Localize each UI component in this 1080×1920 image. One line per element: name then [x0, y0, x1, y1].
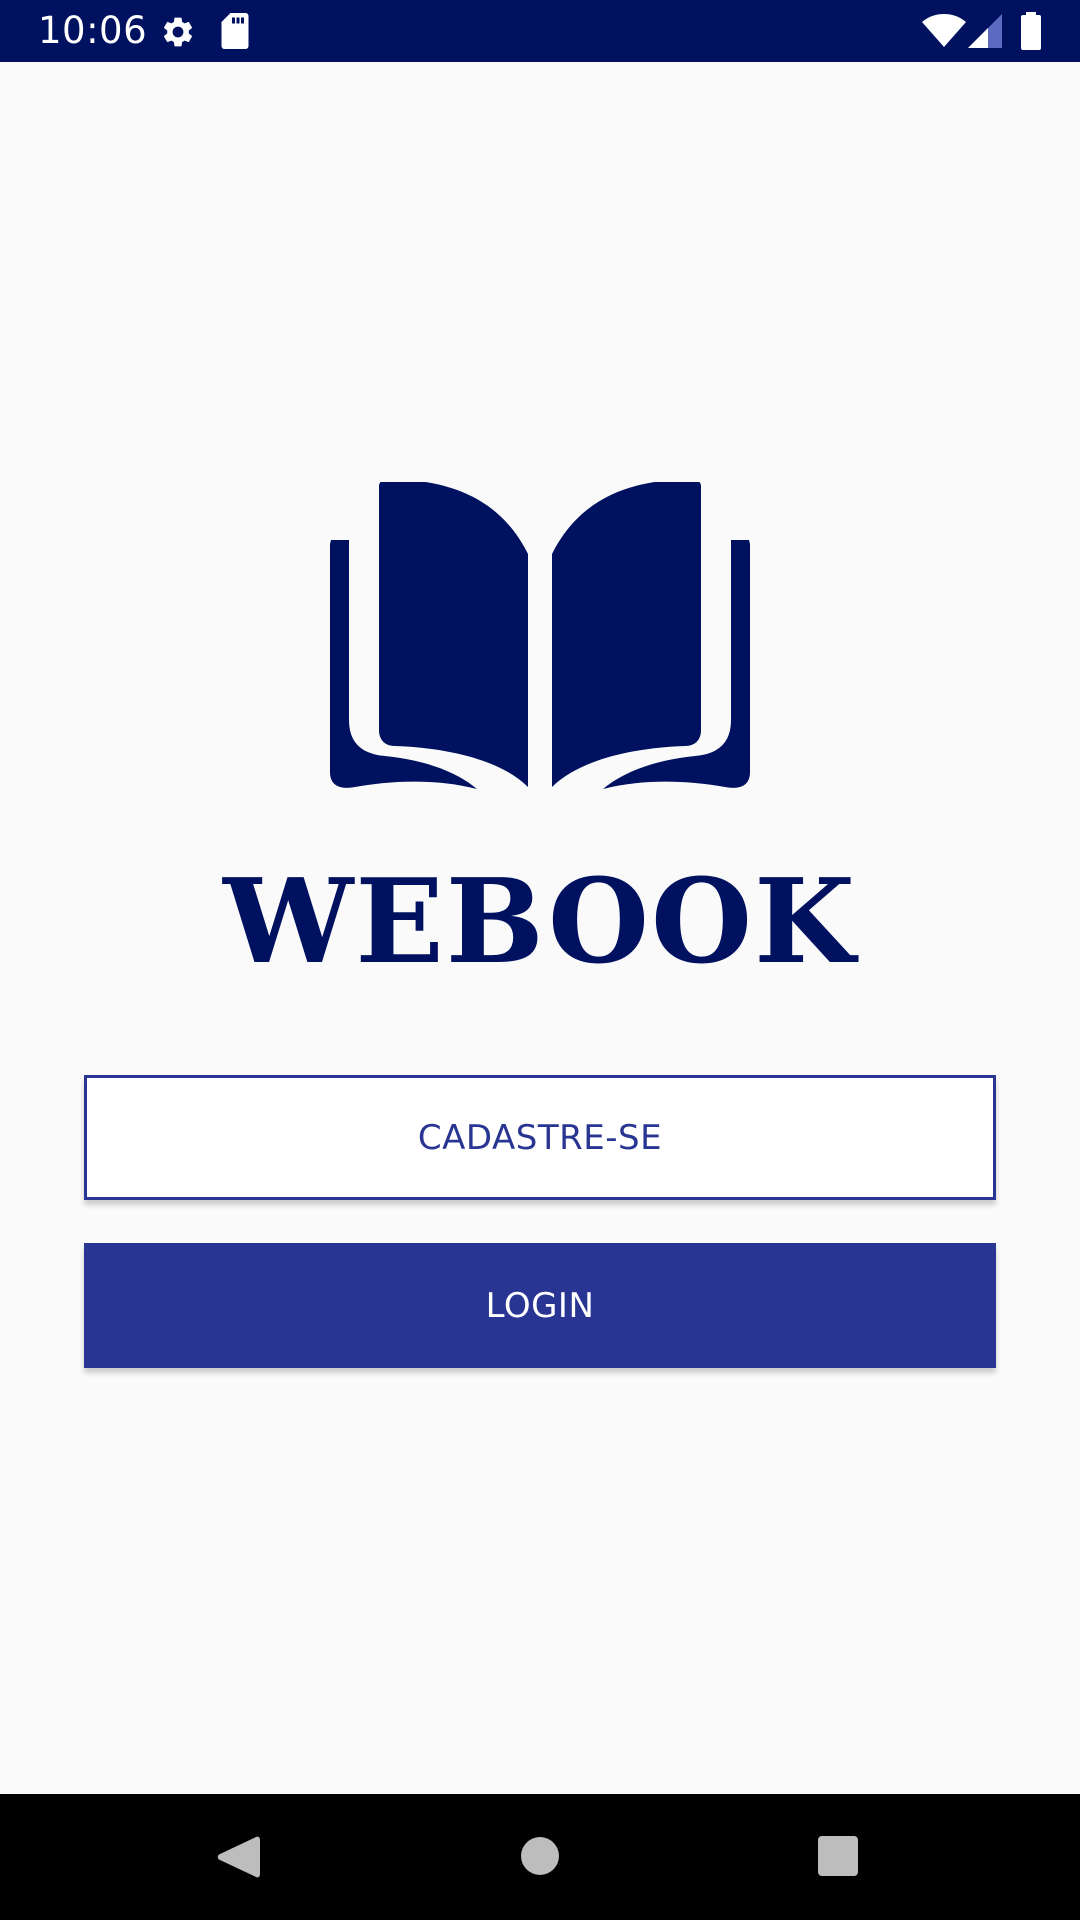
- home-icon[interactable]: [520, 1836, 560, 1876]
- login-button[interactable]: LOGIN: [84, 1243, 996, 1368]
- status-time: 10:06: [38, 9, 148, 52]
- recents-icon[interactable]: [818, 1836, 858, 1876]
- wifi-icon: [922, 14, 966, 47]
- welcome-screen: 10:06 WEBOOK CADASTRE-SE LOGIN: [0, 0, 1080, 1920]
- sd-card-icon: [221, 13, 249, 49]
- app-name: WEBOOK: [223, 854, 857, 990]
- signal-icon: [968, 14, 1002, 48]
- register-button[interactable]: CADASTRE-SE: [84, 1075, 996, 1200]
- open-book-icon: [330, 482, 750, 789]
- navigation-bar: [0, 1794, 1080, 1920]
- battery-icon: [1021, 12, 1041, 50]
- settings-icon: [163, 17, 193, 47]
- back-icon[interactable]: [216, 1834, 260, 1880]
- status-bar: 10:06: [0, 0, 1080, 62]
